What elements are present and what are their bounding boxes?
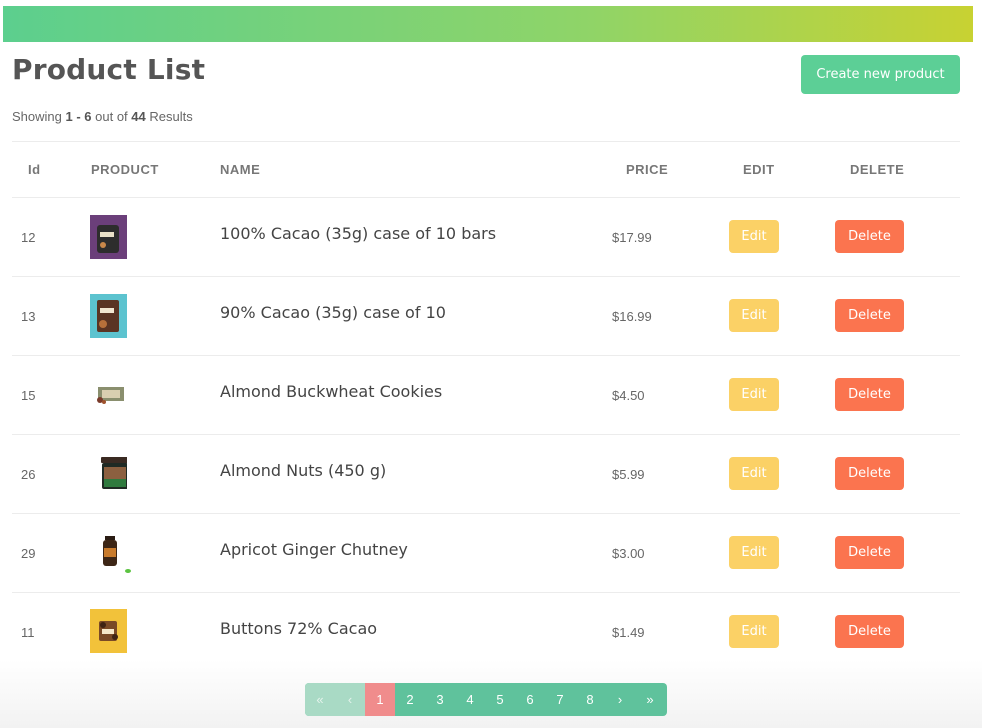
pagination-page-3[interactable]: 3: [425, 683, 455, 716]
results-summary: Showing 1 - 6 out of 44 Results: [12, 109, 193, 124]
table-row: 15 Almond Buckwheat Cookies $4.50 Edit D…: [12, 356, 960, 435]
row-id: 15: [21, 388, 36, 403]
results-mid: out of: [95, 109, 128, 124]
column-edit: EDIT: [743, 162, 775, 177]
pagination-page-6[interactable]: 6: [515, 683, 545, 716]
row-id: 29: [21, 546, 36, 561]
product-price: $5.99: [612, 467, 645, 482]
results-range: 1 - 6: [65, 109, 92, 124]
edit-button[interactable]: Edit: [729, 457, 779, 490]
table-row: 12 100% Cacao (35g) case of 10 bars $17.…: [12, 198, 960, 277]
product-thumbnail: [90, 294, 127, 338]
product-thumbnail: [97, 387, 124, 404]
pagination-next-icon[interactable]: ›: [605, 683, 635, 716]
product-name: Apricot Ginger Chutney: [220, 540, 408, 559]
column-price: PRICE: [626, 162, 669, 177]
edit-button[interactable]: Edit: [729, 299, 779, 332]
pagination-page-7[interactable]: 7: [545, 683, 575, 716]
delete-button[interactable]: Delete: [835, 299, 904, 332]
pagination: « ‹ 1 2 3 4 5 6 7 8 › »: [305, 683, 667, 716]
row-id: 12: [21, 230, 36, 245]
pagination-page-4[interactable]: 4: [455, 683, 485, 716]
column-product: PRODUCT: [91, 162, 159, 177]
pagination-page-5[interactable]: 5: [485, 683, 515, 716]
column-delete: DELETE: [850, 162, 905, 177]
product-name: Almond Nuts (450 g): [220, 461, 387, 480]
page-title: Product List: [12, 53, 206, 86]
results-suffix: Results: [149, 109, 193, 124]
delete-button[interactable]: Delete: [835, 220, 904, 253]
product-price: $3.00: [612, 546, 645, 561]
product-price: $1.49: [612, 625, 645, 640]
edit-button[interactable]: Edit: [729, 220, 779, 253]
pagination-prev-icon[interactable]: ‹: [335, 683, 365, 716]
header-gradient-bar: [3, 6, 973, 42]
create-product-button[interactable]: Create new product: [801, 55, 960, 94]
edit-button[interactable]: Edit: [729, 615, 779, 648]
product-name: Almond Buckwheat Cookies: [220, 382, 443, 401]
column-id: Id: [28, 162, 41, 177]
column-name: NAME: [220, 162, 261, 177]
results-total: 44: [131, 109, 146, 124]
pagination-page-8[interactable]: 8: [575, 683, 605, 716]
table-row: 26 Almond Nuts (450 g) $5.99 Edit Delete: [12, 435, 960, 514]
product-thumbnail: [101, 457, 127, 489]
table-row: 13 90% Cacao (35g) case of 10 $16.99 Edi…: [12, 277, 960, 356]
delete-button[interactable]: Delete: [835, 457, 904, 490]
edit-button[interactable]: Edit: [729, 378, 779, 411]
edit-button[interactable]: Edit: [729, 536, 779, 569]
row-id: 26: [21, 467, 36, 482]
row-id: 11: [21, 625, 35, 640]
table-row: 29 Apricot Ginger Chutney $3.00 Edit Del…: [12, 514, 960, 593]
pagination-last-icon[interactable]: »: [635, 683, 665, 716]
product-thumbnail: [103, 536, 131, 573]
pagination-page-1[interactable]: 1: [365, 683, 395, 716]
product-name: Buttons 72% Cacao: [220, 619, 378, 638]
product-price: $17.99: [612, 230, 652, 245]
delete-button[interactable]: Delete: [835, 615, 904, 648]
product-thumbnail: [90, 609, 127, 653]
product-name: 90% Cacao (35g) case of 10: [220, 303, 446, 322]
product-thumbnail: [90, 215, 127, 259]
delete-button[interactable]: Delete: [835, 378, 904, 411]
row-id: 13: [21, 309, 36, 324]
delete-button[interactable]: Delete: [835, 536, 904, 569]
results-prefix: Showing: [12, 109, 62, 124]
header-divider: [12, 141, 960, 142]
product-price: $4.50: [612, 388, 645, 403]
product-price: $16.99: [612, 309, 652, 324]
pagination-first-icon[interactable]: «: [305, 683, 335, 716]
product-name: 100% Cacao (35g) case of 10 bars: [220, 224, 497, 243]
pagination-page-2[interactable]: 2: [395, 683, 425, 716]
